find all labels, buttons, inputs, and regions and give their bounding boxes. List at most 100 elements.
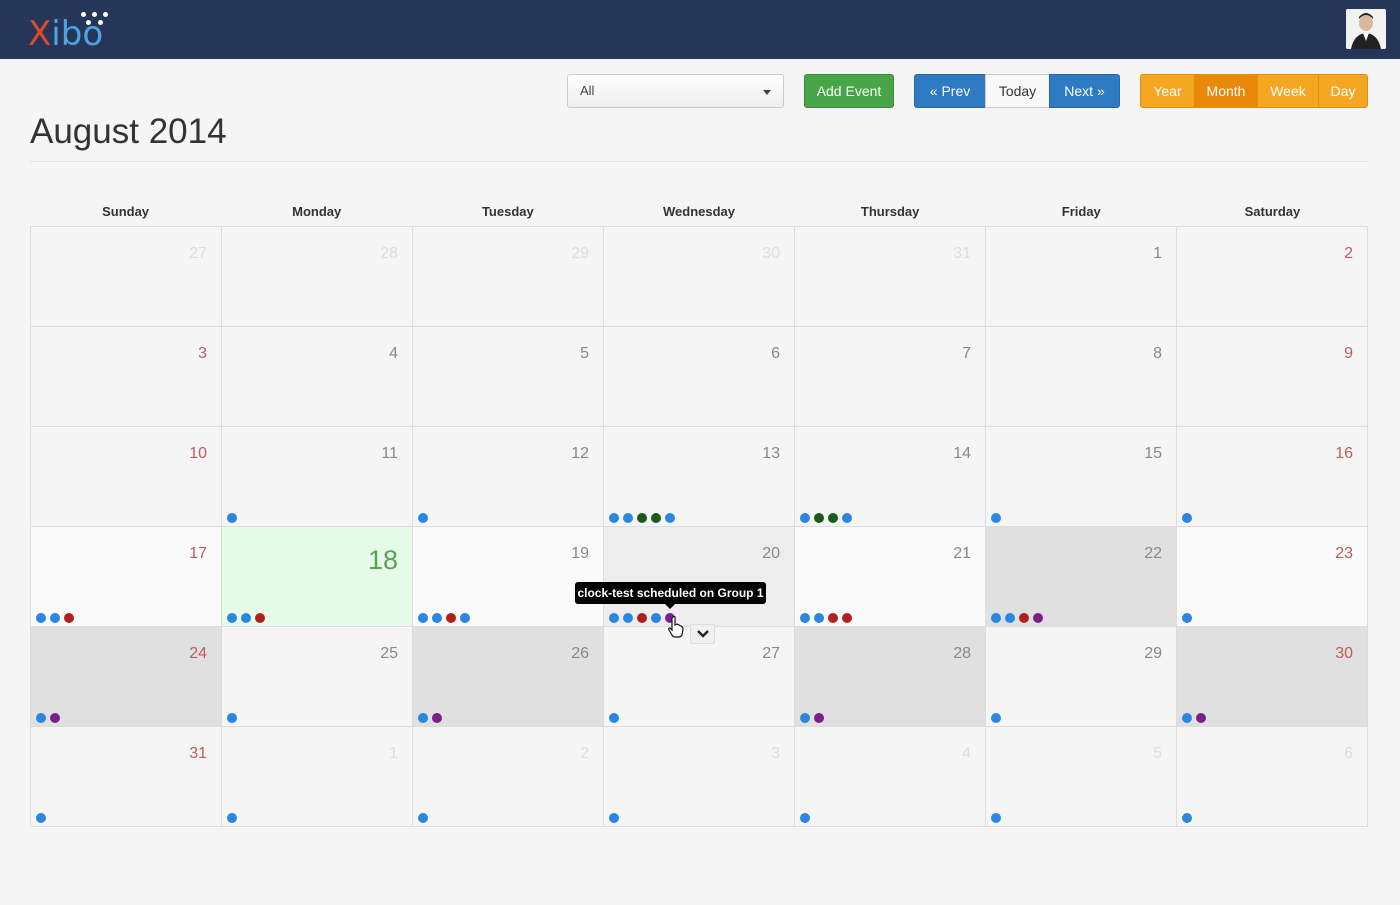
event-dot[interactable] [665, 513, 675, 523]
day-cell[interactable]: 3 [604, 727, 795, 827]
day-number[interactable]: 3 [771, 745, 780, 763]
event-dot[interactable] [36, 813, 46, 823]
day-cell[interactable]: 29 [413, 227, 604, 327]
day-number[interactable]: 17 [189, 545, 207, 563]
day-cell[interactable]: 22 [986, 527, 1177, 627]
event-dot[interactable] [651, 613, 661, 623]
event-dot[interactable] [800, 813, 810, 823]
day-number[interactable]: 16 [1335, 445, 1353, 463]
day-number[interactable]: 1 [1153, 245, 1162, 263]
event-dot[interactable] [623, 513, 633, 523]
event-dot[interactable] [1019, 613, 1029, 623]
event-dot[interactable] [432, 613, 442, 623]
event-dot[interactable] [609, 813, 619, 823]
day-number[interactable]: 3 [198, 345, 207, 363]
day-cell[interactable]: 4 [795, 727, 986, 827]
day-number-today[interactable]: 18 [368, 545, 398, 576]
event-dot[interactable] [227, 613, 237, 623]
event-dot[interactable] [991, 813, 1001, 823]
event-dot[interactable] [651, 513, 661, 523]
day-cell[interactable]: 31 [31, 727, 222, 827]
event-dot[interactable] [418, 513, 428, 523]
event-dot[interactable] [50, 713, 60, 723]
day-cell[interactable]: 12 [413, 427, 604, 527]
day-number[interactable]: 14 [953, 445, 971, 463]
event-dot[interactable] [991, 713, 1001, 723]
day-cell[interactable]: 7 [795, 327, 986, 427]
today-button[interactable]: Today [985, 74, 1050, 108]
day-number[interactable]: 5 [580, 345, 589, 363]
day-cell[interactable]: 23 [1177, 527, 1368, 627]
day-cell[interactable]: 30 [1177, 627, 1368, 727]
event-dot[interactable] [227, 713, 237, 723]
event-dot[interactable] [1005, 613, 1015, 623]
day-cell[interactable]: 28 [222, 227, 413, 327]
add-event-button[interactable]: Add Event [804, 74, 894, 108]
day-number[interactable]: 10 [189, 445, 207, 463]
day-number[interactable]: 1 [389, 745, 398, 763]
day-number[interactable]: 15 [1144, 445, 1162, 463]
day-cell[interactable]: 3 [31, 327, 222, 427]
day-number[interactable]: 13 [762, 445, 780, 463]
event-dot[interactable] [842, 513, 852, 523]
day-cell[interactable]: 11 [222, 427, 413, 527]
event-dot[interactable] [36, 613, 46, 623]
day-cell[interactable]: 5 [413, 327, 604, 427]
event-dot[interactable] [1182, 613, 1192, 623]
day-number[interactable]: 28 [953, 645, 971, 663]
day-number[interactable]: 31 [189, 745, 207, 763]
day-number[interactable]: 29 [571, 245, 589, 263]
day-cell[interactable]: 27 [31, 227, 222, 327]
event-dot[interactable] [50, 613, 60, 623]
event-dot[interactable] [1182, 813, 1192, 823]
day-number[interactable]: 20 [762, 545, 780, 563]
day-cell[interactable]: 21 [795, 527, 986, 627]
day-number[interactable]: 6 [1344, 745, 1353, 763]
day-cell[interactable]: 29 [986, 627, 1177, 727]
day-cell[interactable]: 2 [1177, 227, 1368, 327]
event-dot[interactable] [418, 713, 428, 723]
day-cell[interactable]: 16 [1177, 427, 1368, 527]
day-cell[interactable]: 4 [222, 327, 413, 427]
day-number[interactable]: 12 [571, 445, 589, 463]
event-dot[interactable] [432, 713, 442, 723]
event-dot[interactable] [609, 713, 619, 723]
day-cell[interactable]: 1 [986, 227, 1177, 327]
event-dot[interactable] [991, 613, 1001, 623]
day-cell[interactable]: 1 [222, 727, 413, 827]
day-cell[interactable]: 10 [31, 427, 222, 527]
xibo-logo[interactable]: Xibo [28, 14, 103, 54]
day-cell[interactable]: 19 [413, 527, 604, 627]
day-cell[interactable]: 24 [31, 627, 222, 727]
event-dot[interactable] [255, 613, 265, 623]
event-dot[interactable] [460, 613, 470, 623]
day-view-button[interactable]: Day [1318, 74, 1368, 108]
day-cell[interactable]: 20 [604, 527, 795, 627]
event-dot[interactable] [800, 713, 810, 723]
event-dot[interactable] [800, 613, 810, 623]
day-cell[interactable]: 26 [413, 627, 604, 727]
day-number[interactable]: 22 [1144, 545, 1162, 563]
day-number[interactable]: 31 [953, 245, 971, 263]
event-dot[interactable] [1182, 513, 1192, 523]
event-dot[interactable] [1196, 713, 1206, 723]
event-dot[interactable] [609, 513, 619, 523]
day-cell[interactable]: 31 [795, 227, 986, 327]
prev-button[interactable]: « Prev [914, 74, 986, 108]
day-number[interactable]: 4 [962, 745, 971, 763]
event-dot[interactable] [828, 513, 838, 523]
day-number[interactable]: 28 [380, 245, 398, 263]
year-view-button[interactable]: Year [1140, 74, 1195, 108]
event-dot[interactable] [637, 613, 647, 623]
day-number[interactable]: 4 [389, 345, 398, 363]
event-dot[interactable] [609, 613, 619, 623]
event-dot[interactable] [814, 513, 824, 523]
next-button[interactable]: Next » [1049, 74, 1120, 108]
event-dot[interactable] [800, 513, 810, 523]
day-cell[interactable]: 25 [222, 627, 413, 727]
event-dot[interactable] [814, 713, 824, 723]
day-number[interactable]: 27 [189, 245, 207, 263]
day-cell-today[interactable]: 18 [222, 527, 413, 627]
day-number[interactable]: 30 [762, 245, 780, 263]
event-dot[interactable] [828, 613, 838, 623]
